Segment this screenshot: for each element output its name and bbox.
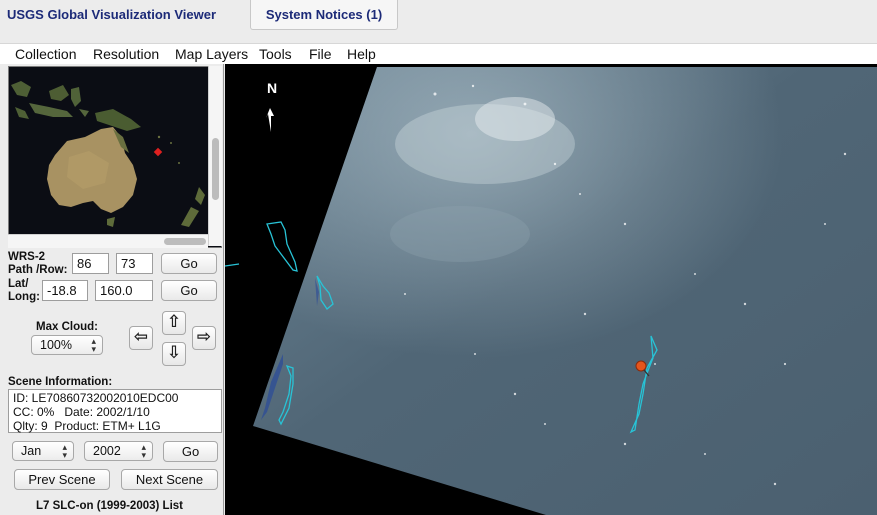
max-cloud-select[interactable]: 100% ▴ ▾	[31, 335, 103, 355]
max-cloud-label: Max Cloud:	[36, 321, 98, 333]
move-left-button[interactable]: ⇦	[129, 326, 153, 350]
wrs-label-line2: Path /Row:	[8, 264, 68, 276]
move-right-button[interactable]: ⇨	[192, 326, 216, 350]
max-cloud-value: 100%	[40, 338, 72, 352]
next-scene-button[interactable]: Next Scene	[121, 469, 218, 490]
overview-vertical-scrollbar[interactable]	[208, 66, 222, 246]
month-select[interactable]: Jan ▴ ▾	[12, 441, 74, 461]
latlong-label-line2: Long:	[8, 291, 40, 303]
menu-tools[interactable]: Tools	[259, 46, 292, 62]
menu-file[interactable]: File	[309, 46, 332, 62]
wrs-label-line1: WRS-2	[8, 251, 46, 263]
arrow-down-icon: ⇩	[166, 343, 182, 363]
scene-cc-date-line: CC: 0% Date: 2002/1/10	[13, 405, 150, 419]
arrow-left-icon: ⇦	[133, 327, 149, 347]
scroll-thumb[interactable]	[212, 138, 219, 200]
row-field[interactable]: 73	[116, 253, 153, 274]
title-bar: USGS Global Visualization Viewer System …	[0, 0, 877, 42]
move-down-button[interactable]: ⇩	[162, 342, 186, 366]
latitude-field[interactable]: -18.8	[42, 280, 88, 301]
select-arrows-icon: ▴ ▾	[62, 442, 67, 460]
arrow-right-icon: ⇨	[196, 327, 212, 347]
latlong-label-line1: Lat/	[8, 278, 29, 290]
longitude-field[interactable]: 160.0	[95, 280, 153, 301]
year-value: 2002	[93, 444, 121, 458]
month-value: Jan	[21, 444, 42, 458]
arrow-up-icon: ⇧	[166, 312, 182, 332]
tab-system-notices[interactable]: System Notices (1)	[250, 0, 398, 30]
overview-horizontal-scrollbar[interactable]	[8, 234, 208, 248]
select-arrows-icon: ▴ ▾	[141, 442, 146, 460]
control-panel: WRS-2 Path /Row: 86 73 Go Lat/ Long: -18…	[0, 64, 224, 515]
menu-map-layers[interactable]: Map Layers	[175, 46, 248, 62]
scene-map-view[interactable]: N	[225, 64, 877, 515]
menu-help[interactable]: Help	[347, 46, 376, 62]
select-arrows-icon: ▴ ▾	[91, 336, 96, 354]
overview-map[interactable]	[8, 66, 222, 248]
date-go-button[interactable]: Go	[163, 441, 218, 462]
prev-scene-button[interactable]: Prev Scene	[14, 469, 110, 490]
path-field[interactable]: 86	[72, 253, 109, 274]
overview-map-image	[9, 67, 221, 247]
scene-id-line: ID: LE70860732002010EDC00	[13, 391, 179, 405]
lat-long-go-button[interactable]: Go	[161, 280, 217, 301]
menu-resolution[interactable]: Resolution	[93, 46, 159, 62]
move-up-button[interactable]: ⇧	[162, 311, 186, 335]
scene-quality-line: Qlty: 9 Product: ETM+ L1G	[13, 419, 161, 433]
menu-bar: Collection Resolution Map Layers Tools F…	[0, 43, 877, 64]
north-label: N	[267, 80, 278, 96]
scroll-thumb[interactable]	[164, 238, 206, 245]
satellite-scene-image	[225, 67, 877, 515]
path-row-go-button[interactable]: Go	[161, 253, 217, 274]
location-marker-icon	[635, 360, 647, 372]
app-title: USGS Global Visualization Viewer	[7, 7, 217, 22]
scene-info-box: ID: LE70860732002010EDC00 CC: 0% Date: 2…	[8, 389, 222, 433]
north-arrow-icon	[266, 108, 276, 134]
scene-info-label: Scene Information:	[8, 376, 113, 388]
scene-list-label: L7 SLC-on (1999-2003) List	[36, 500, 183, 512]
year-select[interactable]: 2002 ▴ ▾	[84, 441, 153, 461]
menu-collection[interactable]: Collection	[15, 46, 76, 62]
